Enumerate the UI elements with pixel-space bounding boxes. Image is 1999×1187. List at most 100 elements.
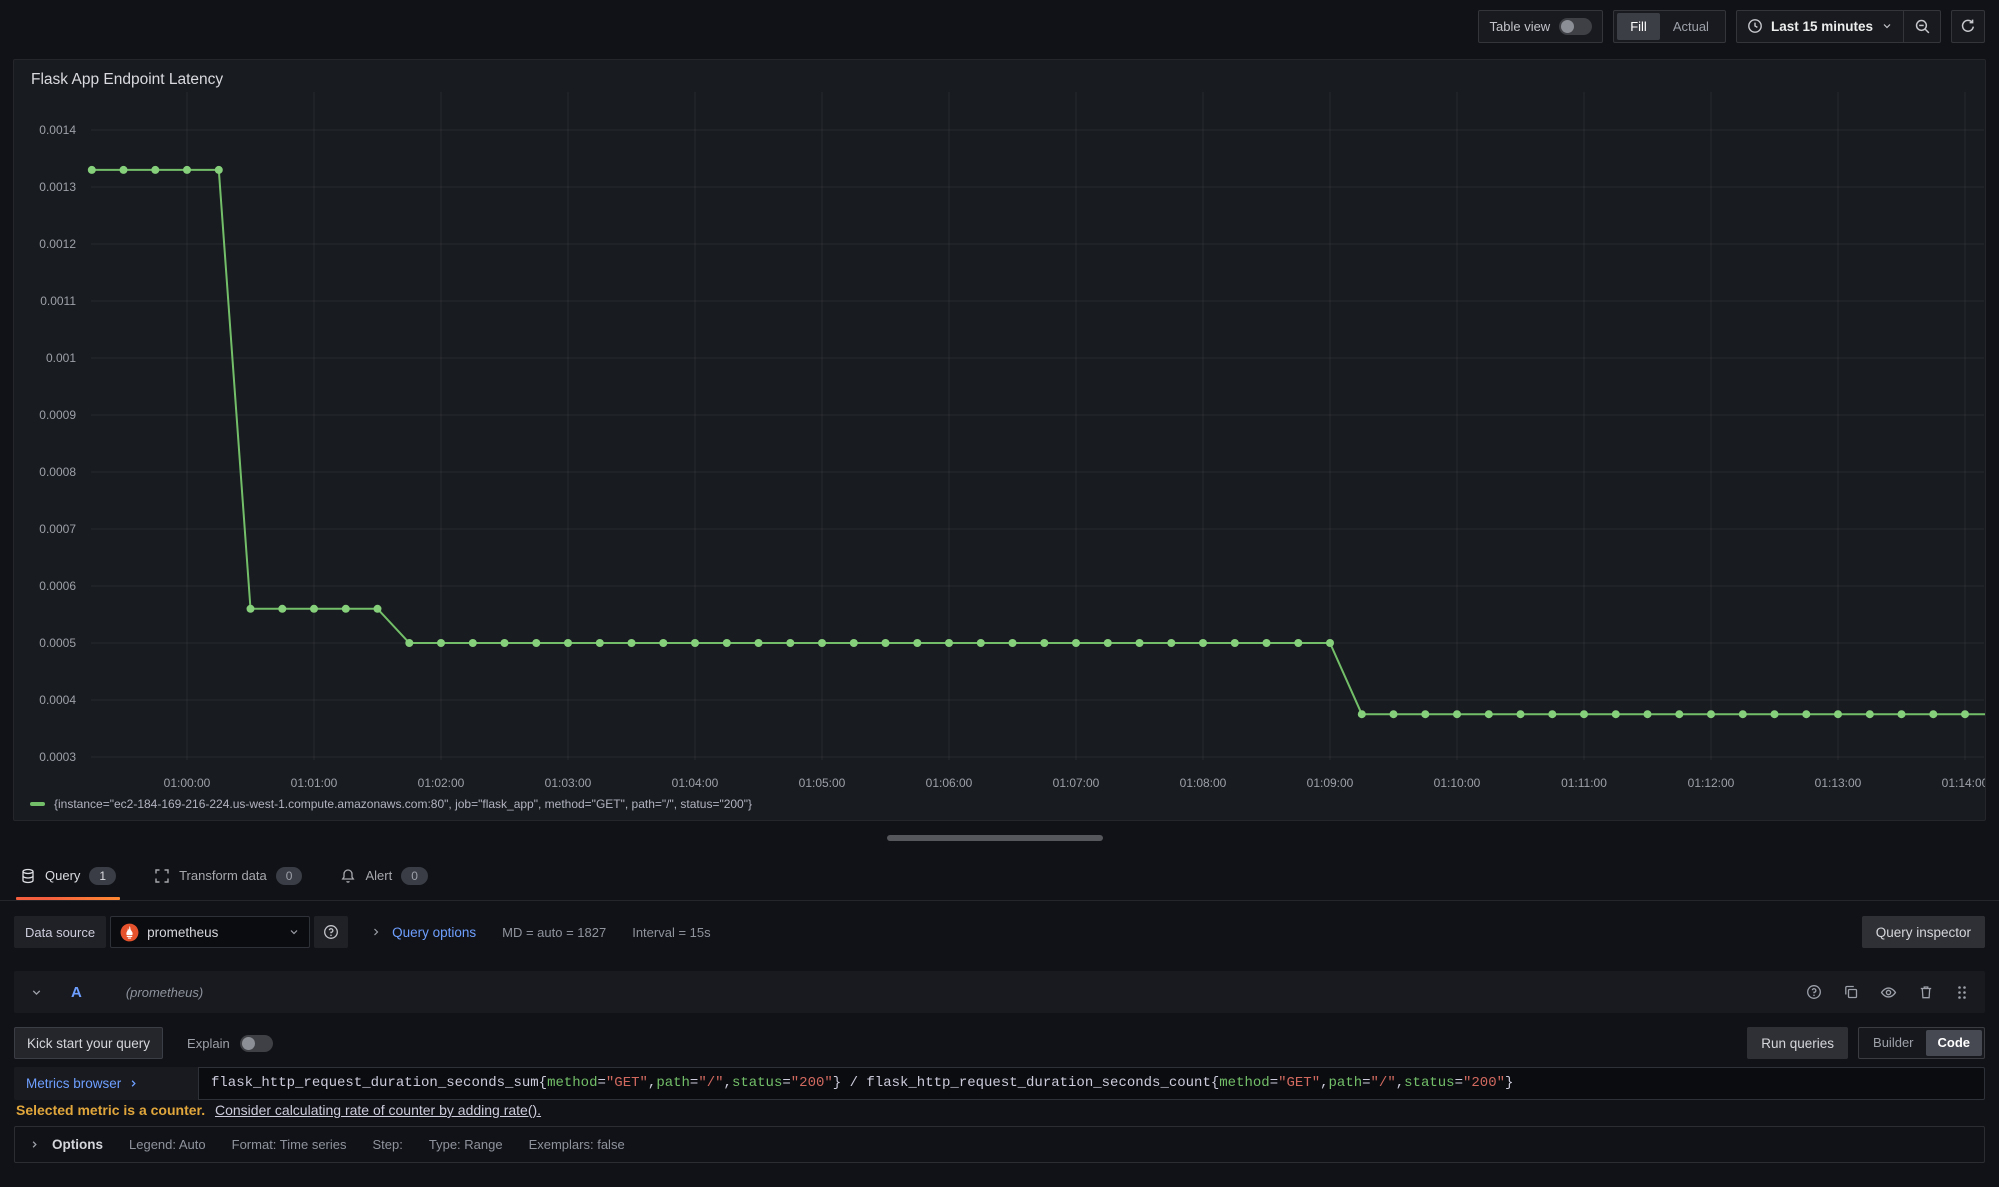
- series-label: {instance="ec2-184-169-216-224.us-west-1…: [54, 797, 752, 811]
- series-color-dash: [30, 802, 45, 806]
- builder-code-switch: Builder Code: [1858, 1027, 1985, 1059]
- svg-text:0.0004: 0.0004: [39, 693, 76, 707]
- svg-text:01:14:00: 01:14:00: [1942, 776, 1985, 790]
- transform-icon: [154, 868, 170, 884]
- chevron-down-icon: [288, 926, 300, 938]
- tab-transform[interactable]: Transform data 0: [150, 851, 306, 900]
- time-range-picker[interactable]: Last 15 minutes: [1737, 11, 1903, 42]
- zoom-out-button[interactable]: [1904, 11, 1940, 42]
- collapse-chevron-icon[interactable]: [30, 986, 43, 999]
- datasource-select[interactable]: prometheus: [110, 916, 310, 948]
- svg-text:0.0007: 0.0007: [39, 522, 76, 536]
- prometheus-icon: [120, 923, 139, 942]
- svg-text:0.0003: 0.0003: [39, 750, 76, 764]
- legend-item[interactable]: {instance="ec2-184-169-216-224.us-west-1…: [30, 797, 752, 811]
- option-type: Type: Range: [429, 1137, 503, 1152]
- time-range-label: Last 15 minutes: [1771, 19, 1873, 34]
- svg-text:01:05:00: 01:05:00: [799, 776, 846, 790]
- explain-toggle[interactable]: [240, 1035, 273, 1052]
- grafana-panel-editor: { "topbar": { "table_view_label": "Table…: [0, 0, 1999, 1187]
- query-inspector-button[interactable]: Query inspector: [1862, 916, 1985, 948]
- help-circle-icon[interactable]: [1806, 984, 1822, 1000]
- table-view-label: Table view: [1479, 19, 1560, 34]
- svg-text:01:10:00: 01:10:00: [1434, 776, 1481, 790]
- code-button[interactable]: Code: [1926, 1030, 1983, 1056]
- svg-text:01:13:00: 01:13:00: [1815, 776, 1862, 790]
- kick-start-button[interactable]: Kick start your query: [14, 1027, 163, 1059]
- fill-actual-group: Fill Actual: [1613, 10, 1726, 43]
- refresh-button[interactable]: [1951, 10, 1985, 43]
- svg-text:01:08:00: 01:08:00: [1180, 776, 1227, 790]
- svg-text:01:12:00: 01:12:00: [1688, 776, 1735, 790]
- option-legend: Legend: Auto: [129, 1137, 206, 1152]
- svg-text:01:01:00: 01:01:00: [291, 776, 338, 790]
- svg-text:01:06:00: 01:06:00: [926, 776, 973, 790]
- datasource-row: Data source prometheus Query options MD …: [14, 911, 1985, 953]
- query-a-header[interactable]: A (prometheus): [14, 971, 1985, 1013]
- svg-text:0.0005: 0.0005: [39, 636, 76, 650]
- datasource-value: prometheus: [147, 925, 218, 940]
- svg-text:0.0006: 0.0006: [39, 579, 76, 593]
- promql-input[interactable]: flask_http_request_duration_seconds_sum{…: [198, 1067, 1985, 1100]
- table-view-group: Table view: [1478, 10, 1604, 43]
- option-format: Format: Time series: [232, 1137, 347, 1152]
- svg-text:01:07:00: 01:07:00: [1053, 776, 1100, 790]
- builder-button[interactable]: Builder: [1861, 1030, 1925, 1056]
- svg-text:01:11:00: 01:11:00: [1561, 776, 1607, 790]
- chevron-right-icon[interactable]: [29, 1139, 40, 1150]
- svg-text:0.0009: 0.0009: [39, 408, 76, 422]
- query-options-md: MD = auto = 1827: [502, 925, 606, 940]
- bell-icon: [340, 868, 356, 884]
- explain-label: Explain: [187, 1036, 230, 1051]
- chevron-down-icon: [1881, 20, 1893, 32]
- svg-text:0.0008: 0.0008: [39, 465, 76, 479]
- svg-text:0.0013: 0.0013: [39, 180, 76, 194]
- datasource-help-button[interactable]: [314, 916, 348, 948]
- chevron-right-icon[interactable]: [370, 926, 382, 938]
- query-options-toggle[interactable]: Query options: [392, 925, 476, 940]
- chevron-right-icon: [128, 1078, 139, 1089]
- trash-icon[interactable]: [1918, 984, 1934, 1000]
- svg-text:01:00:00: 01:00:00: [164, 776, 211, 790]
- metrics-browser-button[interactable]: Metrics browser: [14, 1067, 198, 1100]
- option-exemplars: Exemplars: false: [529, 1137, 625, 1152]
- svg-text:01:03:00: 01:03:00: [545, 776, 592, 790]
- query-options-interval: Interval = 15s: [632, 925, 710, 940]
- run-queries-button[interactable]: Run queries: [1747, 1027, 1848, 1059]
- metrics-browser-label: Metrics browser: [26, 1076, 121, 1091]
- zoom-out-icon: [1914, 18, 1931, 35]
- topbar: Table view Fill Actual Last 15 minutes: [0, 0, 1999, 52]
- tab-query[interactable]: Query 1: [16, 851, 120, 900]
- fill-button[interactable]: Fill: [1617, 13, 1660, 40]
- svg-text:0.0011: 0.0011: [40, 294, 76, 308]
- resize-scrollbar-handle[interactable]: [887, 835, 1103, 841]
- clock-icon: [1747, 18, 1763, 34]
- active-tab-indicator: [16, 897, 120, 900]
- svg-text:01:02:00: 01:02:00: [418, 776, 465, 790]
- options-row[interactable]: Options Legend: Auto Format: Time series…: [14, 1126, 1985, 1163]
- query-actions: [1806, 984, 1969, 1001]
- chart-panel: Flask App Endpoint Latency 0.00140.00130…: [13, 59, 1986, 821]
- warning-rate-link[interactable]: Consider calculating rate of counter by …: [215, 1102, 541, 1118]
- counter-warning: Selected metric is a counter. Consider c…: [16, 1102, 541, 1118]
- tab-alert[interactable]: Alert 0: [336, 851, 431, 900]
- database-icon: [20, 868, 36, 884]
- time-range-group: Last 15 minutes: [1736, 10, 1941, 43]
- svg-text:0.0014: 0.0014: [39, 123, 76, 137]
- tab-transform-count: 0: [276, 867, 303, 885]
- editor-tabs: Query 1 Transform data 0 Alert 0: [0, 851, 1999, 901]
- refresh-icon: [1960, 18, 1976, 34]
- actual-button[interactable]: Actual: [1660, 13, 1722, 40]
- copy-icon[interactable]: [1843, 984, 1859, 1000]
- tab-alert-count: 0: [401, 867, 428, 885]
- table-view-toggle[interactable]: [1559, 18, 1592, 35]
- eye-icon[interactable]: [1880, 984, 1897, 1001]
- grip-icon[interactable]: [1955, 985, 1969, 1000]
- svg-text:0.0012: 0.0012: [39, 237, 76, 251]
- toolbar-right: Run queries Builder Code: [1747, 1027, 1985, 1059]
- options-label: Options: [52, 1137, 103, 1152]
- query-ref-id[interactable]: A: [71, 984, 82, 1001]
- tab-transform-label: Transform data: [179, 868, 267, 883]
- latency-chart[interactable]: 0.00140.00130.00120.00110.0010.00090.000…: [14, 60, 1985, 820]
- tab-query-count: 1: [89, 867, 116, 885]
